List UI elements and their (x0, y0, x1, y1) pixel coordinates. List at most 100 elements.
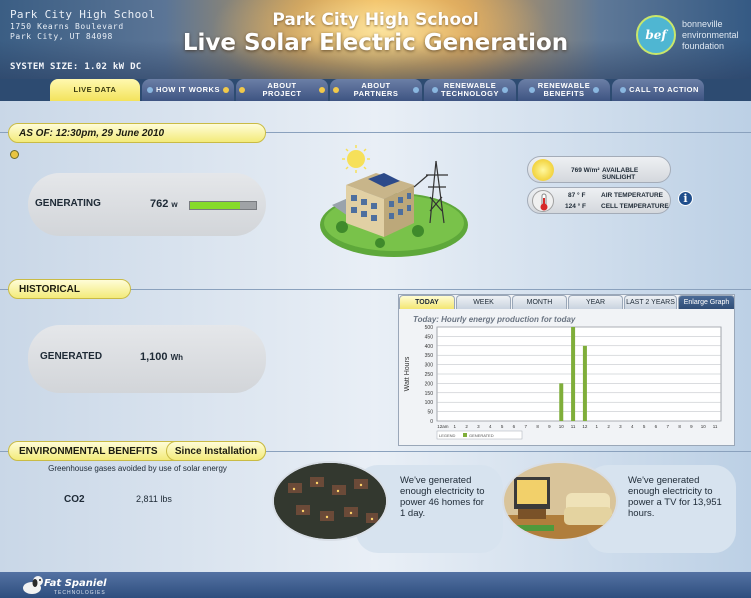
enlarge-graph-button[interactable]: Enlarge Graph (678, 295, 735, 309)
tab-about-project-label: ABOUT PROJECT (262, 81, 302, 98)
bef-text-line3: foundation (682, 41, 725, 51)
tab-call-to-action-label: CALL TO ACTION (629, 85, 699, 94)
x-tick-label: 11 (571, 424, 576, 429)
x-tick-label: 5 (643, 424, 646, 429)
tab-renewable-benefits[interactable]: RENEWABLE BENEFITS (518, 79, 610, 101)
tab-about-partners[interactable]: ABOUT PARTNERS (330, 79, 422, 101)
tab-dot-icon (222, 87, 229, 93)
x-tick-label: 6 (513, 424, 516, 429)
x-tick-label: 5 (501, 424, 504, 429)
x-tick-label: 8 (678, 424, 681, 429)
tab-about-project[interactable]: ABOUT PROJECT (236, 79, 328, 101)
chart-tab-week[interactable]: WEEK (456, 295, 511, 309)
tab-dot-icon (319, 87, 325, 93)
y-tick-label: 350 (425, 353, 434, 359)
tab-dot-icon (593, 87, 600, 93)
generating-meter-fill (190, 202, 240, 209)
x-tick-label: 8 (536, 424, 539, 429)
tab-renewable-technology-label: RENEWABLE TECHNOLOGY (441, 81, 499, 98)
sunlight-value-group: 769 W/m² (571, 167, 600, 174)
historical-header: HISTORICAL (8, 279, 131, 299)
x-tick-label: 3 (477, 424, 480, 429)
refresh-icon[interactable] (10, 150, 19, 159)
tab-how-it-works[interactable]: HOW IT WORKS (142, 79, 234, 101)
bef-logo-icon[interactable]: bef (636, 15, 676, 55)
y-tick-label: 300 (425, 363, 434, 369)
tab-dot-icon (620, 87, 627, 93)
bar (582, 345, 587, 421)
generating-unit: w (171, 200, 178, 209)
tab-about-partners-label: ABOUT PARTNERS (353, 81, 399, 98)
x-tick-label: 4 (631, 424, 634, 429)
chart-tab-month[interactable]: MONTH (512, 295, 567, 309)
header-banner: Park City High School 1750 Kearns Boulev… (0, 0, 751, 79)
x-tick-label: 12am (437, 424, 449, 429)
system-size: SYSTEM SIZE: 1.02 kW DC (10, 62, 142, 72)
since-installation-toggle[interactable]: Since Installation (166, 441, 266, 461)
chart-tab-year[interactable]: YEAR (568, 295, 623, 309)
y-tick-label: 50 (427, 410, 433, 416)
generated-label: GENERATED (40, 351, 103, 362)
x-tick-label: 1 (453, 424, 456, 429)
chart-tab-last-2-years[interactable]: LAST 2 YEARS (624, 295, 677, 309)
info-icon-glyph: i (683, 192, 688, 205)
co2-label: CO2 (64, 494, 85, 505)
info-icon[interactable]: i (678, 191, 693, 206)
tab-renewable-benefits-label: RENEWABLE BENEFITS (537, 81, 591, 98)
co2-value: 2,811 lbs (136, 494, 172, 504)
bar (571, 327, 576, 421)
x-tick-label: 2 (465, 424, 468, 429)
y-tick-label: 150 (425, 391, 434, 397)
y-tick-label: 0 (430, 419, 433, 425)
tab-how-it-works-label: HOW IT WORKS (156, 85, 220, 94)
chart-tab-today[interactable]: TODAY (399, 295, 455, 309)
fat-spaniel-brand[interactable]: Fat Spaniel (44, 578, 107, 589)
historical-chart-panel: TODAY WEEK MONTH YEAR LAST 2 YEARS Enlar… (398, 294, 735, 446)
sun-icon (532, 159, 554, 181)
tab-renewable-technology[interactable]: RENEWABLE TECHNOLOGY (424, 79, 516, 101)
x-tick-label: 10 (701, 424, 707, 429)
bef-text-line2: environmental (682, 30, 739, 40)
sunlight-unit: W/m² (583, 167, 600, 174)
bef-text-line1: bonneville (682, 19, 723, 29)
x-tick-label: 10 (559, 424, 565, 429)
tv-room-image (502, 461, 618, 541)
hourly-bar-chart: 0 50 100 150 200 250 300 350 400 450 500 Watt Hours… (404, 325, 722, 440)
sunlight-label: AVAILABLE SUNLIGHT (602, 167, 639, 181)
tab-call-to-action[interactable]: CALL TO ACTION (612, 79, 704, 101)
x-tick-label: 9 (690, 424, 693, 429)
x-tick-label: 6 (655, 424, 658, 429)
generated-value: 1,100 (140, 351, 168, 363)
environment-header-label: ENVIRONMENTAL BENEFITS (19, 445, 158, 457)
air-temp-label: AIR TEMPERATURE (601, 192, 663, 199)
generating-meter (189, 201, 257, 210)
tab-dot-icon (147, 87, 154, 93)
y-tick-label: 100 (425, 400, 434, 406)
y-tick-label: 500 (425, 325, 434, 331)
x-tick-label: 7 (524, 424, 527, 429)
cell-temp-label: CELL TEMPERATURE (601, 203, 669, 210)
x-tick-label: 2 (607, 424, 610, 429)
tab-dot-icon (528, 87, 535, 93)
legend-series-label: GENERATED (469, 433, 494, 438)
tab-dot-icon (501, 87, 508, 93)
school-building-illustration (320, 145, 468, 257)
tab-dot-icon (333, 87, 339, 93)
fat-spaniel-sub: TECHNOLOGIES (54, 590, 106, 596)
tab-live-data-label: LIVE DATA (73, 85, 117, 94)
bar (559, 383, 564, 421)
tab-dot-icon (413, 87, 419, 93)
main-nav: LIVE DATA HOW IT WORKS ABOUT PROJECT ABO… (0, 79, 751, 101)
x-tick-label: 1 (595, 424, 598, 429)
generated-value-group: 1,100 Wh (140, 351, 183, 363)
sunlight-value: 769 (571, 167, 582, 174)
tab-live-data[interactable]: LIVE DATA (50, 79, 140, 101)
generating-label: GENERATING (35, 198, 101, 209)
as-of-timestamp: AS OF: 12:30pm, 29 June 2010 (8, 123, 266, 143)
homes-night-image (272, 461, 388, 541)
x-tick-label: 11 (713, 424, 718, 429)
x-tick-label: 7 (666, 424, 669, 429)
tab-dot-icon (432, 87, 439, 93)
air-temp-value: 87 ° F (568, 192, 586, 199)
bef-logo-text: bef (645, 28, 667, 42)
